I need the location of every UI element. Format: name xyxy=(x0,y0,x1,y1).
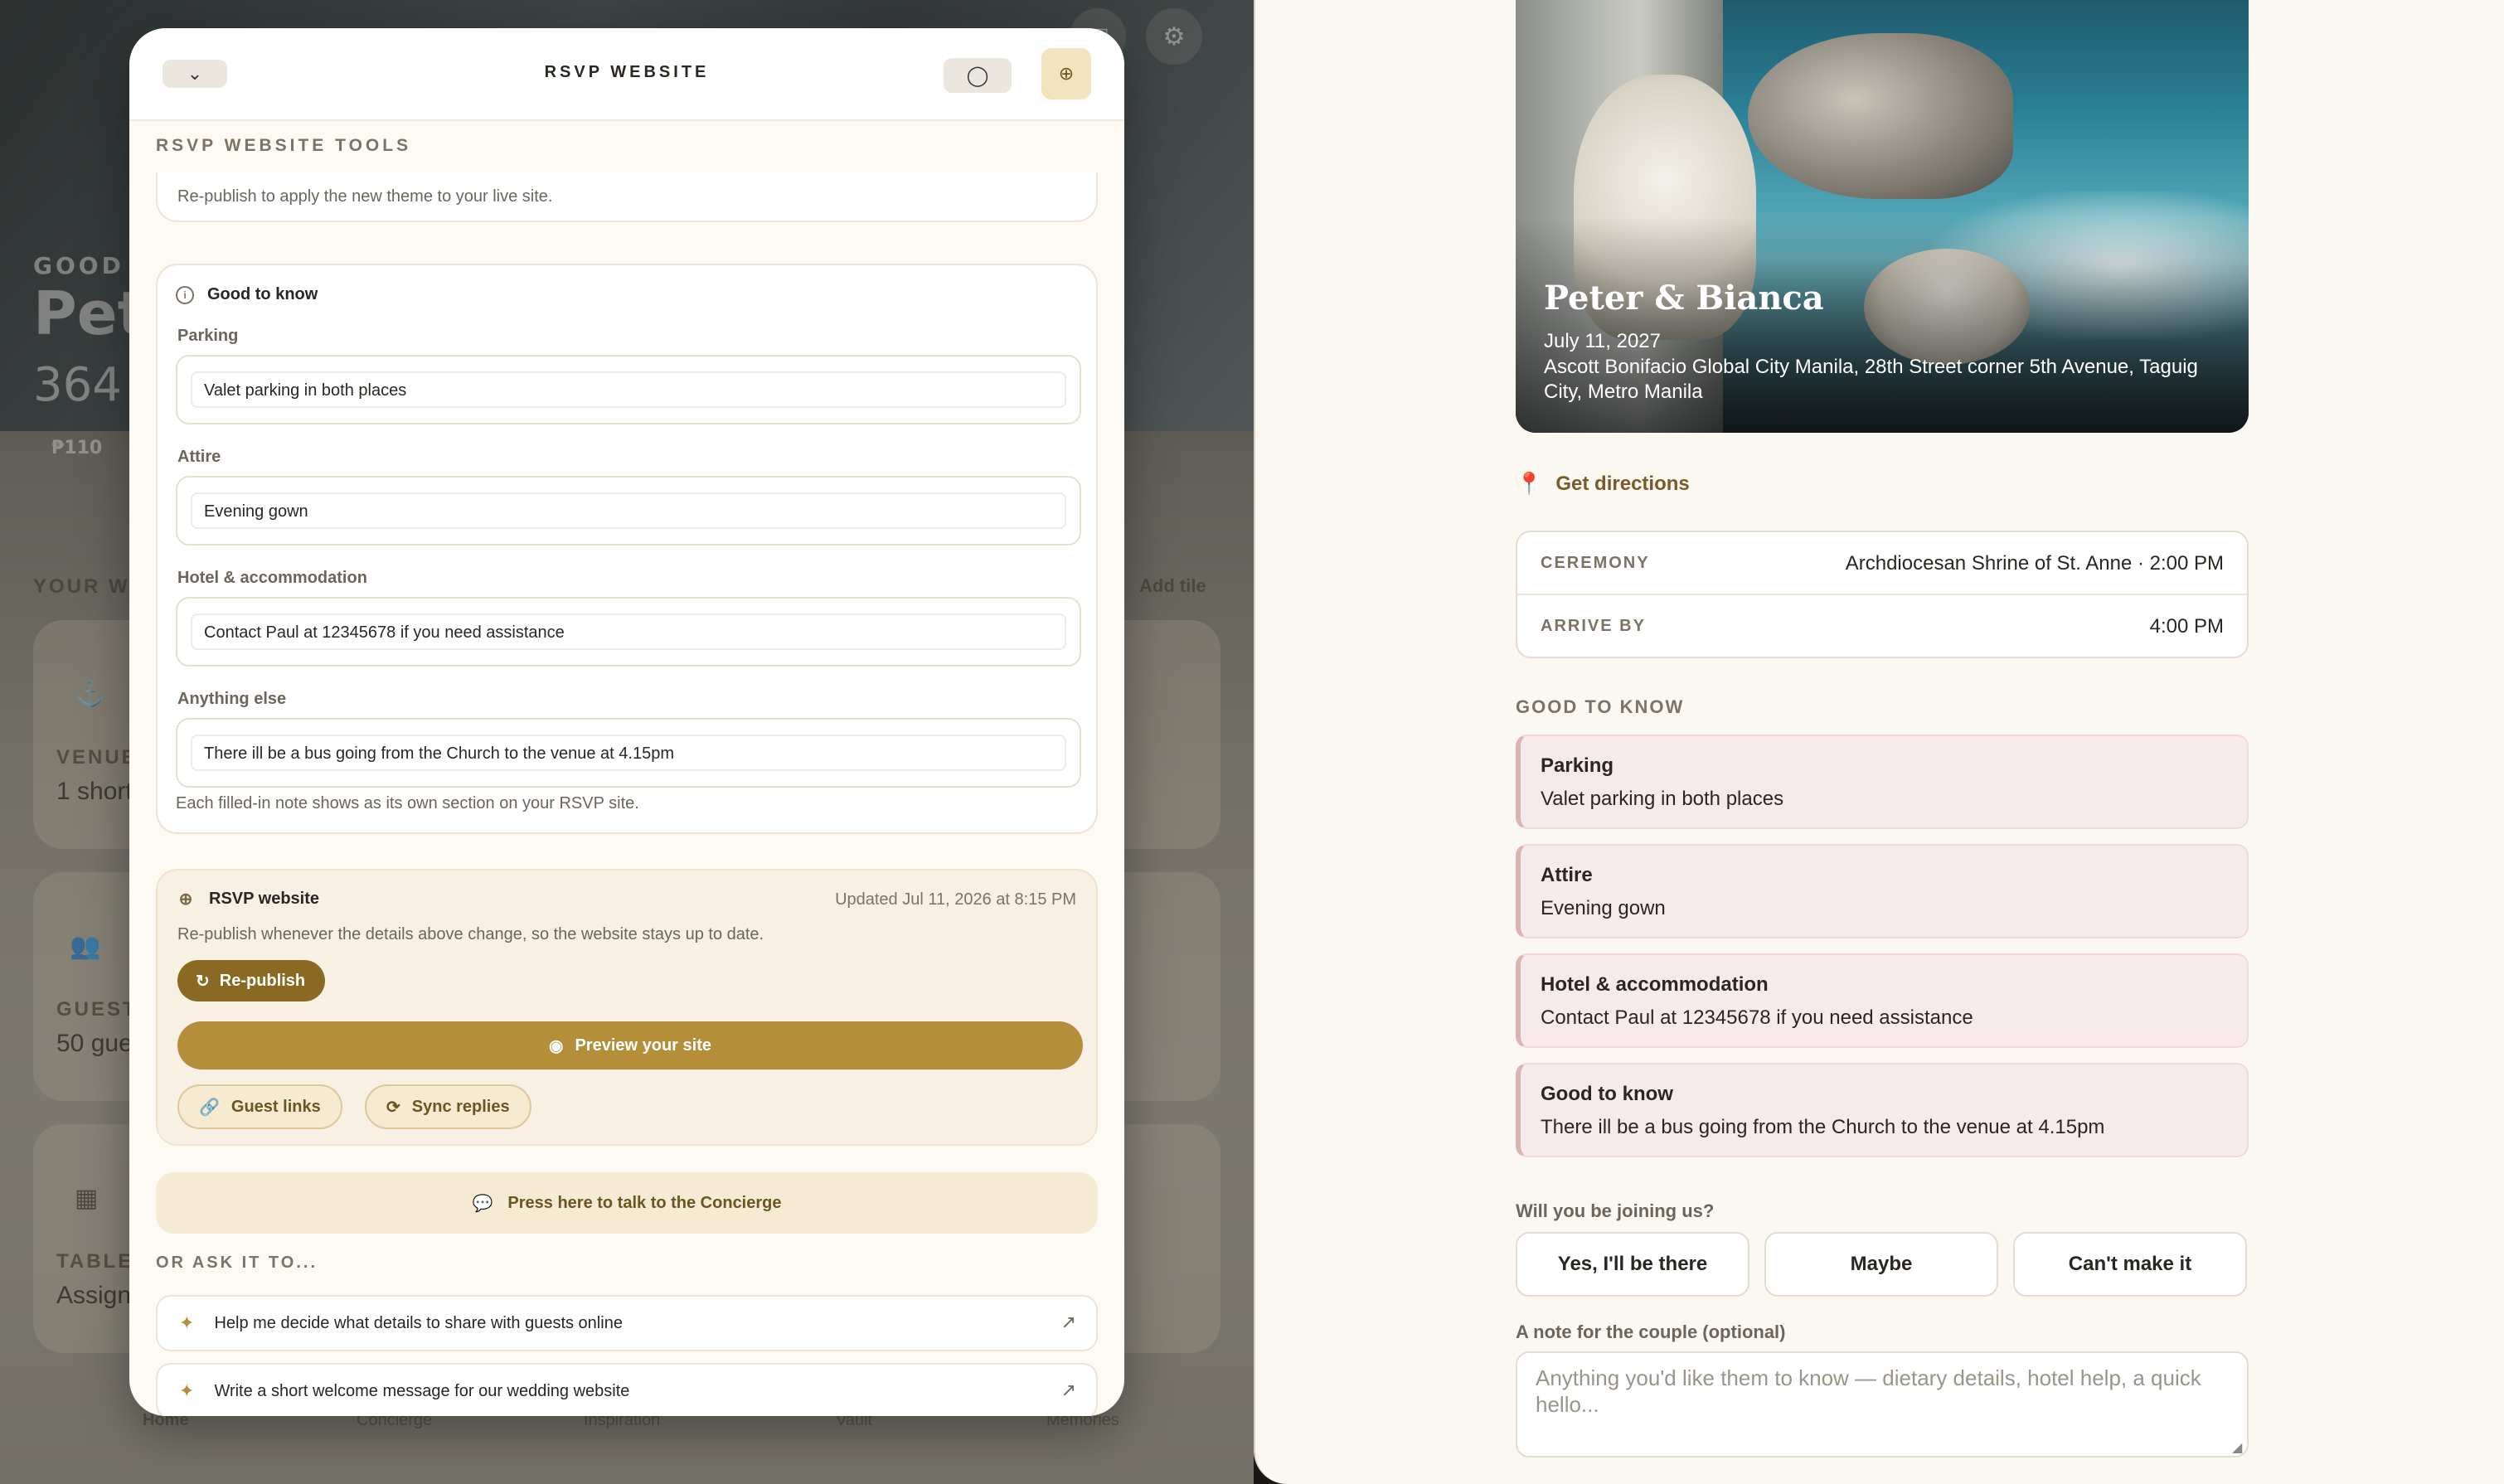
suggestion-text: Help me decide what details to share wit… xyxy=(214,1313,623,1332)
talk-to-concierge-button[interactable]: 💬 Press here to talk to the Concierge xyxy=(156,1172,1098,1234)
theme-card: Re-publish to apply the new theme to you… xyxy=(156,172,1098,222)
sync-replies-button[interactable]: ⟳ Sync replies xyxy=(365,1084,531,1129)
info-icon: i xyxy=(176,285,194,304)
gtk-item-title: Good to know xyxy=(1541,1083,1673,1105)
good-to-know-item: Good to know There ill be a bus going fr… xyxy=(1516,1063,2249,1157)
globe-icon: ⊕ xyxy=(1058,63,1075,84)
hotel-field-wrap: Contact Paul at 12345678 if you need ass… xyxy=(176,597,1081,667)
sync-icon: ⟳ xyxy=(386,1098,400,1117)
hotel-field[interactable]: Contact Paul at 12345678 if you need ass… xyxy=(191,613,1066,650)
schedule-key: CEREMONY xyxy=(1541,554,1650,572)
arrow-up-right-icon: ↗ xyxy=(1060,1380,1076,1400)
schedule-row: ARRIVE BY 4:00 PM xyxy=(1517,595,2247,658)
website-button[interactable]: ⊕ xyxy=(1041,48,1091,99)
good-to-know-title: Good to know xyxy=(207,285,318,303)
preview-label: Preview your site xyxy=(575,1035,711,1055)
gtk-item-title: Attire xyxy=(1541,864,1593,886)
parking-field-wrap: Valet parking in both places xyxy=(176,355,1081,424)
suggestion-item[interactable]: ✦ Write a short welcome message for our … xyxy=(156,1363,1098,1416)
updated-timestamp: Updated Jul 11, 2026 at 8:15 PM xyxy=(835,890,1076,909)
preview-site-button[interactable]: ◉ Preview your site xyxy=(177,1021,1083,1069)
note-label: A note for the couple (optional) xyxy=(1516,1322,1786,1342)
link-icon: 🔗 xyxy=(199,1098,220,1117)
gtk-item-desc: There ill be a bus going from the Church… xyxy=(1541,1116,2105,1138)
couple-names: Peter & Bianca xyxy=(1544,279,1824,318)
schedule-table: CEREMONY Archdiocesan Shrine of St. Anne… xyxy=(1516,531,2249,658)
rsvp-site-title: RSVP website xyxy=(209,889,320,908)
refresh-icon: ↻ xyxy=(196,972,210,991)
concierge-label: Press here to talk to the Concierge xyxy=(507,1193,782,1212)
hero-image: Peter & Bianca July 11, 2027 Ascott Boni… xyxy=(1516,0,2249,433)
modal-scroll-area[interactable]: Re-publish to apply the new theme to you… xyxy=(129,172,1124,1416)
arrow-up-right-icon: ↗ xyxy=(1060,1312,1076,1332)
good-to-know-heading: i Good to know xyxy=(176,285,318,304)
speech-bubble-icon: 💬 xyxy=(472,1194,493,1213)
good-to-know-item: Hotel & accommodation Contact Paul at 12… xyxy=(1516,953,2249,1048)
rsvp-maybe-button[interactable]: Maybe xyxy=(1764,1232,1998,1297)
chat-bubble-icon: ◯ xyxy=(966,64,989,87)
rsvp-yes-button[interactable]: Yes, I'll be there xyxy=(1516,1232,1749,1297)
schedule-value: Archdiocesan Shrine of St. Anne · 2:00 P… xyxy=(1845,552,2224,575)
parking-field[interactable]: Valet parking in both places xyxy=(191,371,1066,408)
good-to-know-item: Parking Valet parking in both places xyxy=(1516,735,2249,829)
republish-label: Re-publish xyxy=(219,971,306,990)
good-to-know-card: i Good to know Parking Valet parking in … xyxy=(156,264,1098,834)
chat-button[interactable]: ◯ xyxy=(944,58,1012,93)
tools-section-label: RSVP WEBSITE TOOLS xyxy=(156,136,412,155)
get-directions-link[interactable]: 📍 Get directions xyxy=(1516,471,1690,497)
anything-else-field[interactable]: There ill be a bus going from the Church… xyxy=(191,735,1066,771)
guest-links-label: Guest links xyxy=(231,1097,321,1116)
good-to-know-item: Attire Evening gown xyxy=(1516,844,2249,938)
rsvp-site-card: ⊕ RSVP website Updated Jul 11, 2026 at 8… xyxy=(156,869,1098,1146)
sync-replies-label: Sync replies xyxy=(411,1097,510,1116)
theme-note: Re-publish to apply the new theme to you… xyxy=(177,187,553,206)
suggestion-text: Write a short welcome message for our we… xyxy=(214,1381,630,1400)
sparkle-icon: ✦ xyxy=(179,1380,195,1401)
resize-handle-icon[interactable]: ◢ xyxy=(2232,1439,2242,1456)
attire-field-wrap: Evening gown xyxy=(176,476,1081,546)
anything-else-label: Anything else xyxy=(177,690,287,708)
attire-field[interactable]: Evening gown xyxy=(191,492,1066,529)
rsvp-site-heading: ⊕ RSVP website xyxy=(176,889,319,909)
gtk-item-desc: Contact Paul at 12345678 if you need ass… xyxy=(1541,1006,1973,1029)
venue-address: Ascott Bonifacio Global City Manila, 28t… xyxy=(1544,356,2198,403)
good-to-know-heading: GOOD TO KNOW xyxy=(1516,696,1685,717)
gtk-item-desc: Valet parking in both places xyxy=(1541,788,1784,810)
note-textarea[interactable] xyxy=(1516,1351,2249,1457)
gtk-item-title: Parking xyxy=(1541,754,1614,777)
suggestion-item[interactable]: ✦ Help me decide what details to share w… xyxy=(156,1295,1098,1351)
gtk-item-title: Hotel & accommodation xyxy=(1541,973,1769,996)
hero-rock xyxy=(1748,33,2013,199)
schedule-key: ARRIVE BY xyxy=(1541,617,1646,635)
schedule-value: 4:00 PM xyxy=(2149,615,2224,638)
rsvp-question: Will you be joining us? xyxy=(1516,1200,1715,1221)
parking-label: Parking xyxy=(177,327,239,345)
guest-links-button[interactable]: 🔗 Guest links xyxy=(177,1084,342,1129)
globe-icon: ⊕ xyxy=(178,890,193,909)
wedding-date: July 11, 2027 xyxy=(1544,330,1661,352)
attire-label: Attire xyxy=(177,448,221,466)
ask-it-to-label: OR ASK IT TO... xyxy=(156,1254,318,1272)
republish-button[interactable]: ↻ Re-publish xyxy=(177,960,326,1001)
sparkle-icon: ✦ xyxy=(179,1312,195,1333)
schedule-row: CEREMONY Archdiocesan Shrine of St. Anne… xyxy=(1517,532,2247,595)
rsvp-site-preview: Peter & Bianca July 11, 2027 Ascott Boni… xyxy=(1254,0,2504,1484)
gtk-item-desc: Evening gown xyxy=(1541,897,1666,919)
eye-icon: ◉ xyxy=(549,1036,564,1055)
map-pin-icon: 📍 xyxy=(1516,471,1543,496)
modal-header: ⌄ RSVP WEBSITE ◯ ⊕ xyxy=(129,28,1124,121)
hotel-label: Hotel & accommodation xyxy=(177,569,367,587)
anything-else-field-wrap: There ill be a bus going from the Church… xyxy=(176,718,1081,788)
get-directions-label: Get directions xyxy=(1555,472,1690,495)
rsvp-site-description: Re-publish whenever the details above ch… xyxy=(177,925,764,943)
rsvp-decline-button[interactable]: Can't make it xyxy=(2013,1232,2247,1297)
rsvp-website-modal: ⌄ RSVP WEBSITE ◯ ⊕ RSVP WEBSITE TOOLS Re… xyxy=(129,28,1124,1416)
